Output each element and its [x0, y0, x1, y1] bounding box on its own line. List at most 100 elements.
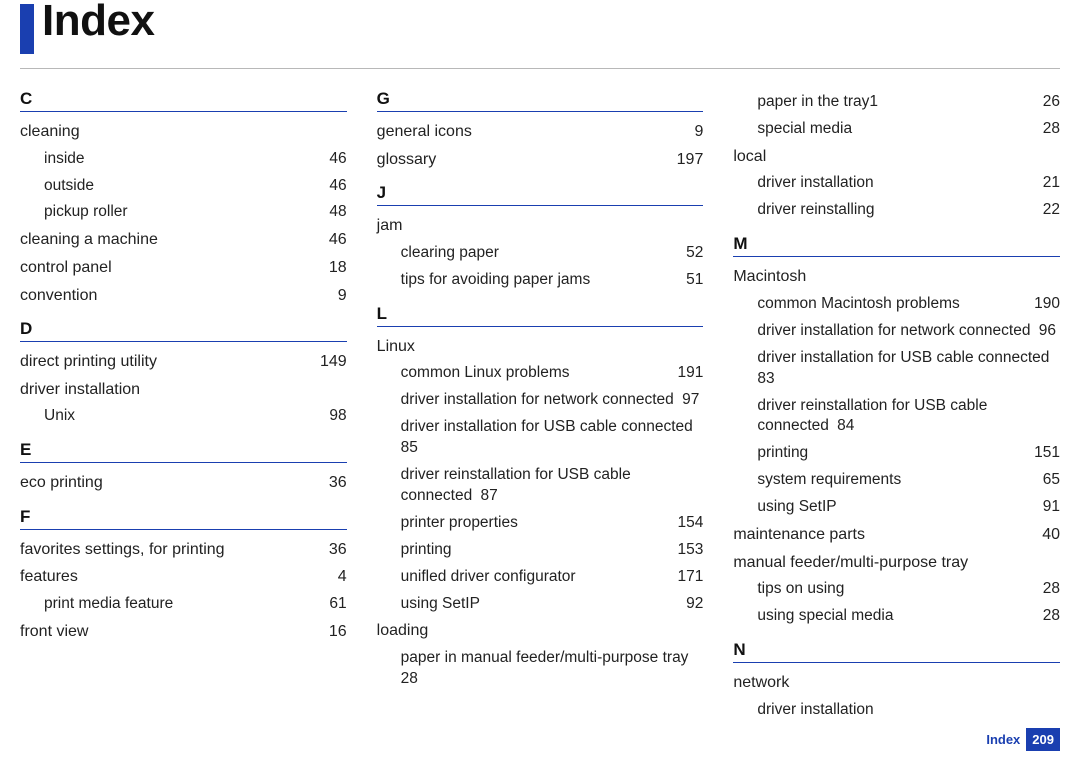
index-subentry[interactable]: outside46: [20, 173, 347, 200]
index-entry[interactable]: driver installation: [20, 376, 347, 404]
index-letter-heading: D: [20, 319, 347, 342]
index-entry-page: 83: [757, 370, 774, 387]
index-subentry[interactable]: paper in manual feeder/multi-purpose tra…: [377, 645, 704, 693]
index-entry-label: paper in the tray1: [757, 92, 1030, 113]
index-entry-label: Macintosh: [733, 266, 1030, 288]
index-entry-page: 40: [1030, 524, 1060, 546]
index-column-1: Ccleaninginside46outside46pickup roller4…: [20, 89, 347, 724]
index-entry[interactable]: loading: [377, 617, 704, 645]
index-subentry[interactable]: using SetIP92: [377, 591, 704, 618]
index-subentry[interactable]: printing151: [733, 440, 1060, 467]
index-entry-label: control panel: [20, 257, 317, 279]
index-subentry[interactable]: driver installation for USB cable connec…: [377, 414, 704, 462]
index-subentry[interactable]: driver installation for network connecte…: [733, 318, 1060, 345]
index-entry-label: tips on using: [757, 579, 1030, 600]
index-entry-label: cleaning a machine: [20, 229, 317, 251]
index-entry[interactable]: direct printing utility149: [20, 348, 347, 376]
index-entry-page: 46: [317, 176, 347, 197]
index-subentry[interactable]: special media28: [733, 116, 1060, 143]
index-subentry[interactable]: driver installation for USB cable connec…: [733, 345, 1060, 393]
index-subentry[interactable]: pickup roller48: [20, 199, 347, 226]
index-letter-heading: G: [377, 89, 704, 112]
index-entry-page: 171: [673, 567, 703, 588]
index-entry-page: 18: [317, 257, 347, 279]
index-entry-label: tips for avoiding paper jams: [401, 270, 674, 291]
index-subentry[interactable]: driver reinstallation for USB cable conn…: [377, 462, 704, 510]
index-entry[interactable]: manual feeder/multi-purpose tray: [733, 549, 1060, 577]
index-entry[interactable]: convention9: [20, 282, 347, 310]
index-entry-label: eco printing: [20, 472, 317, 494]
index-subentry[interactable]: driver reinstallation for USB cable conn…: [733, 393, 1060, 441]
index-page: Index Ccleaninginside46outside46pickup r…: [0, 0, 1080, 763]
index-entry-label: system requirements: [757, 470, 1030, 491]
index-entry[interactable]: control panel18: [20, 254, 347, 282]
index-entry[interactable]: cleaning a machine46: [20, 226, 347, 254]
page-title: Index: [42, 0, 154, 46]
index-entry-label: favorites settings, for printing: [20, 539, 317, 561]
index-entry-label: unifled driver configurator: [401, 567, 674, 588]
index-subentry[interactable]: tips on using28: [733, 576, 1060, 603]
index-entry-label: driver installation for network connecte…: [757, 322, 1030, 339]
index-columns: Ccleaninginside46outside46pickup roller4…: [20, 89, 1060, 724]
index-entry[interactable]: local: [733, 143, 1060, 171]
index-entry[interactable]: Linux: [377, 333, 704, 361]
index-entry-label: maintenance parts: [733, 524, 1030, 546]
index-subentry[interactable]: clearing paper52: [377, 240, 704, 267]
index-subentry[interactable]: common Linux problems191: [377, 360, 704, 387]
index-subentry[interactable]: inside46: [20, 146, 347, 173]
index-entry-page: 97: [678, 391, 700, 408]
index-subentry[interactable]: system requirements65: [733, 467, 1060, 494]
index-entry-label: printing: [757, 443, 1030, 464]
index-entry[interactable]: favorites settings, for printing36: [20, 536, 347, 564]
index-subentry[interactable]: printer properties154: [377, 510, 704, 537]
index-entry[interactable]: general icons9: [377, 118, 704, 146]
index-entry-label: front view: [20, 621, 317, 643]
index-entry-page: 9: [317, 285, 347, 307]
index-entry-label: printing: [401, 540, 674, 561]
index-entry-page: 4: [317, 566, 347, 588]
index-entry-label: glossary: [377, 149, 674, 171]
index-subentry[interactable]: common Macintosh problems190: [733, 291, 1060, 318]
index-entry-page: 98: [317, 406, 347, 427]
index-letter-heading: E: [20, 440, 347, 463]
index-entry-page: 96: [1034, 322, 1056, 339]
index-letter-heading: F: [20, 507, 347, 530]
index-entry-page: 46: [317, 149, 347, 170]
index-subentry[interactable]: driver installation: [733, 697, 1060, 724]
index-entry[interactable]: eco printing36: [20, 469, 347, 497]
index-entry-page: 65: [1030, 470, 1060, 491]
index-entry[interactable]: Macintosh: [733, 263, 1060, 291]
index-entry[interactable]: features4: [20, 563, 347, 591]
footer-page-number: 209: [1026, 728, 1060, 751]
index-entry-page: 51: [673, 270, 703, 291]
index-subentry[interactable]: print media feature61: [20, 591, 347, 618]
index-subentry[interactable]: tips for avoiding paper jams51: [377, 267, 704, 294]
index-entry[interactable]: network: [733, 669, 1060, 697]
index-entry-label: pickup roller: [44, 202, 317, 223]
index-subentry[interactable]: using SetIP91: [733, 494, 1060, 521]
index-entry-page: 151: [1030, 443, 1060, 464]
index-subentry[interactable]: driver reinstalling22: [733, 197, 1060, 224]
index-entry-label: direct printing utility: [20, 351, 317, 373]
index-entry-page: 46: [317, 229, 347, 251]
index-entry[interactable]: maintenance parts40: [733, 521, 1060, 549]
index-entry[interactable]: cleaning: [20, 118, 347, 146]
index-entry-label: driver installation for network connecte…: [401, 391, 674, 408]
index-entry-page: 21: [1030, 173, 1060, 194]
index-entry-label: outside: [44, 176, 317, 197]
index-subentry[interactable]: printing153: [377, 537, 704, 564]
index-entry-page: 87: [476, 487, 498, 504]
index-subentry[interactable]: unifled driver configurator171: [377, 564, 704, 591]
index-letter-heading: L: [377, 304, 704, 327]
index-subentry[interactable]: paper in the tray126: [733, 89, 1060, 116]
index-entry-page: 36: [317, 472, 347, 494]
index-entry[interactable]: glossary197: [377, 146, 704, 174]
index-subentry[interactable]: using special media28: [733, 603, 1060, 630]
index-subentry[interactable]: driver installation21: [733, 170, 1060, 197]
index-entry[interactable]: front view16: [20, 618, 347, 646]
index-entry[interactable]: jam: [377, 212, 704, 240]
index-subentry[interactable]: driver installation for network connecte…: [377, 387, 704, 414]
index-entry-label: local: [733, 146, 1030, 168]
index-entry-label: print media feature: [44, 594, 317, 615]
index-subentry[interactable]: Unix98: [20, 403, 347, 430]
